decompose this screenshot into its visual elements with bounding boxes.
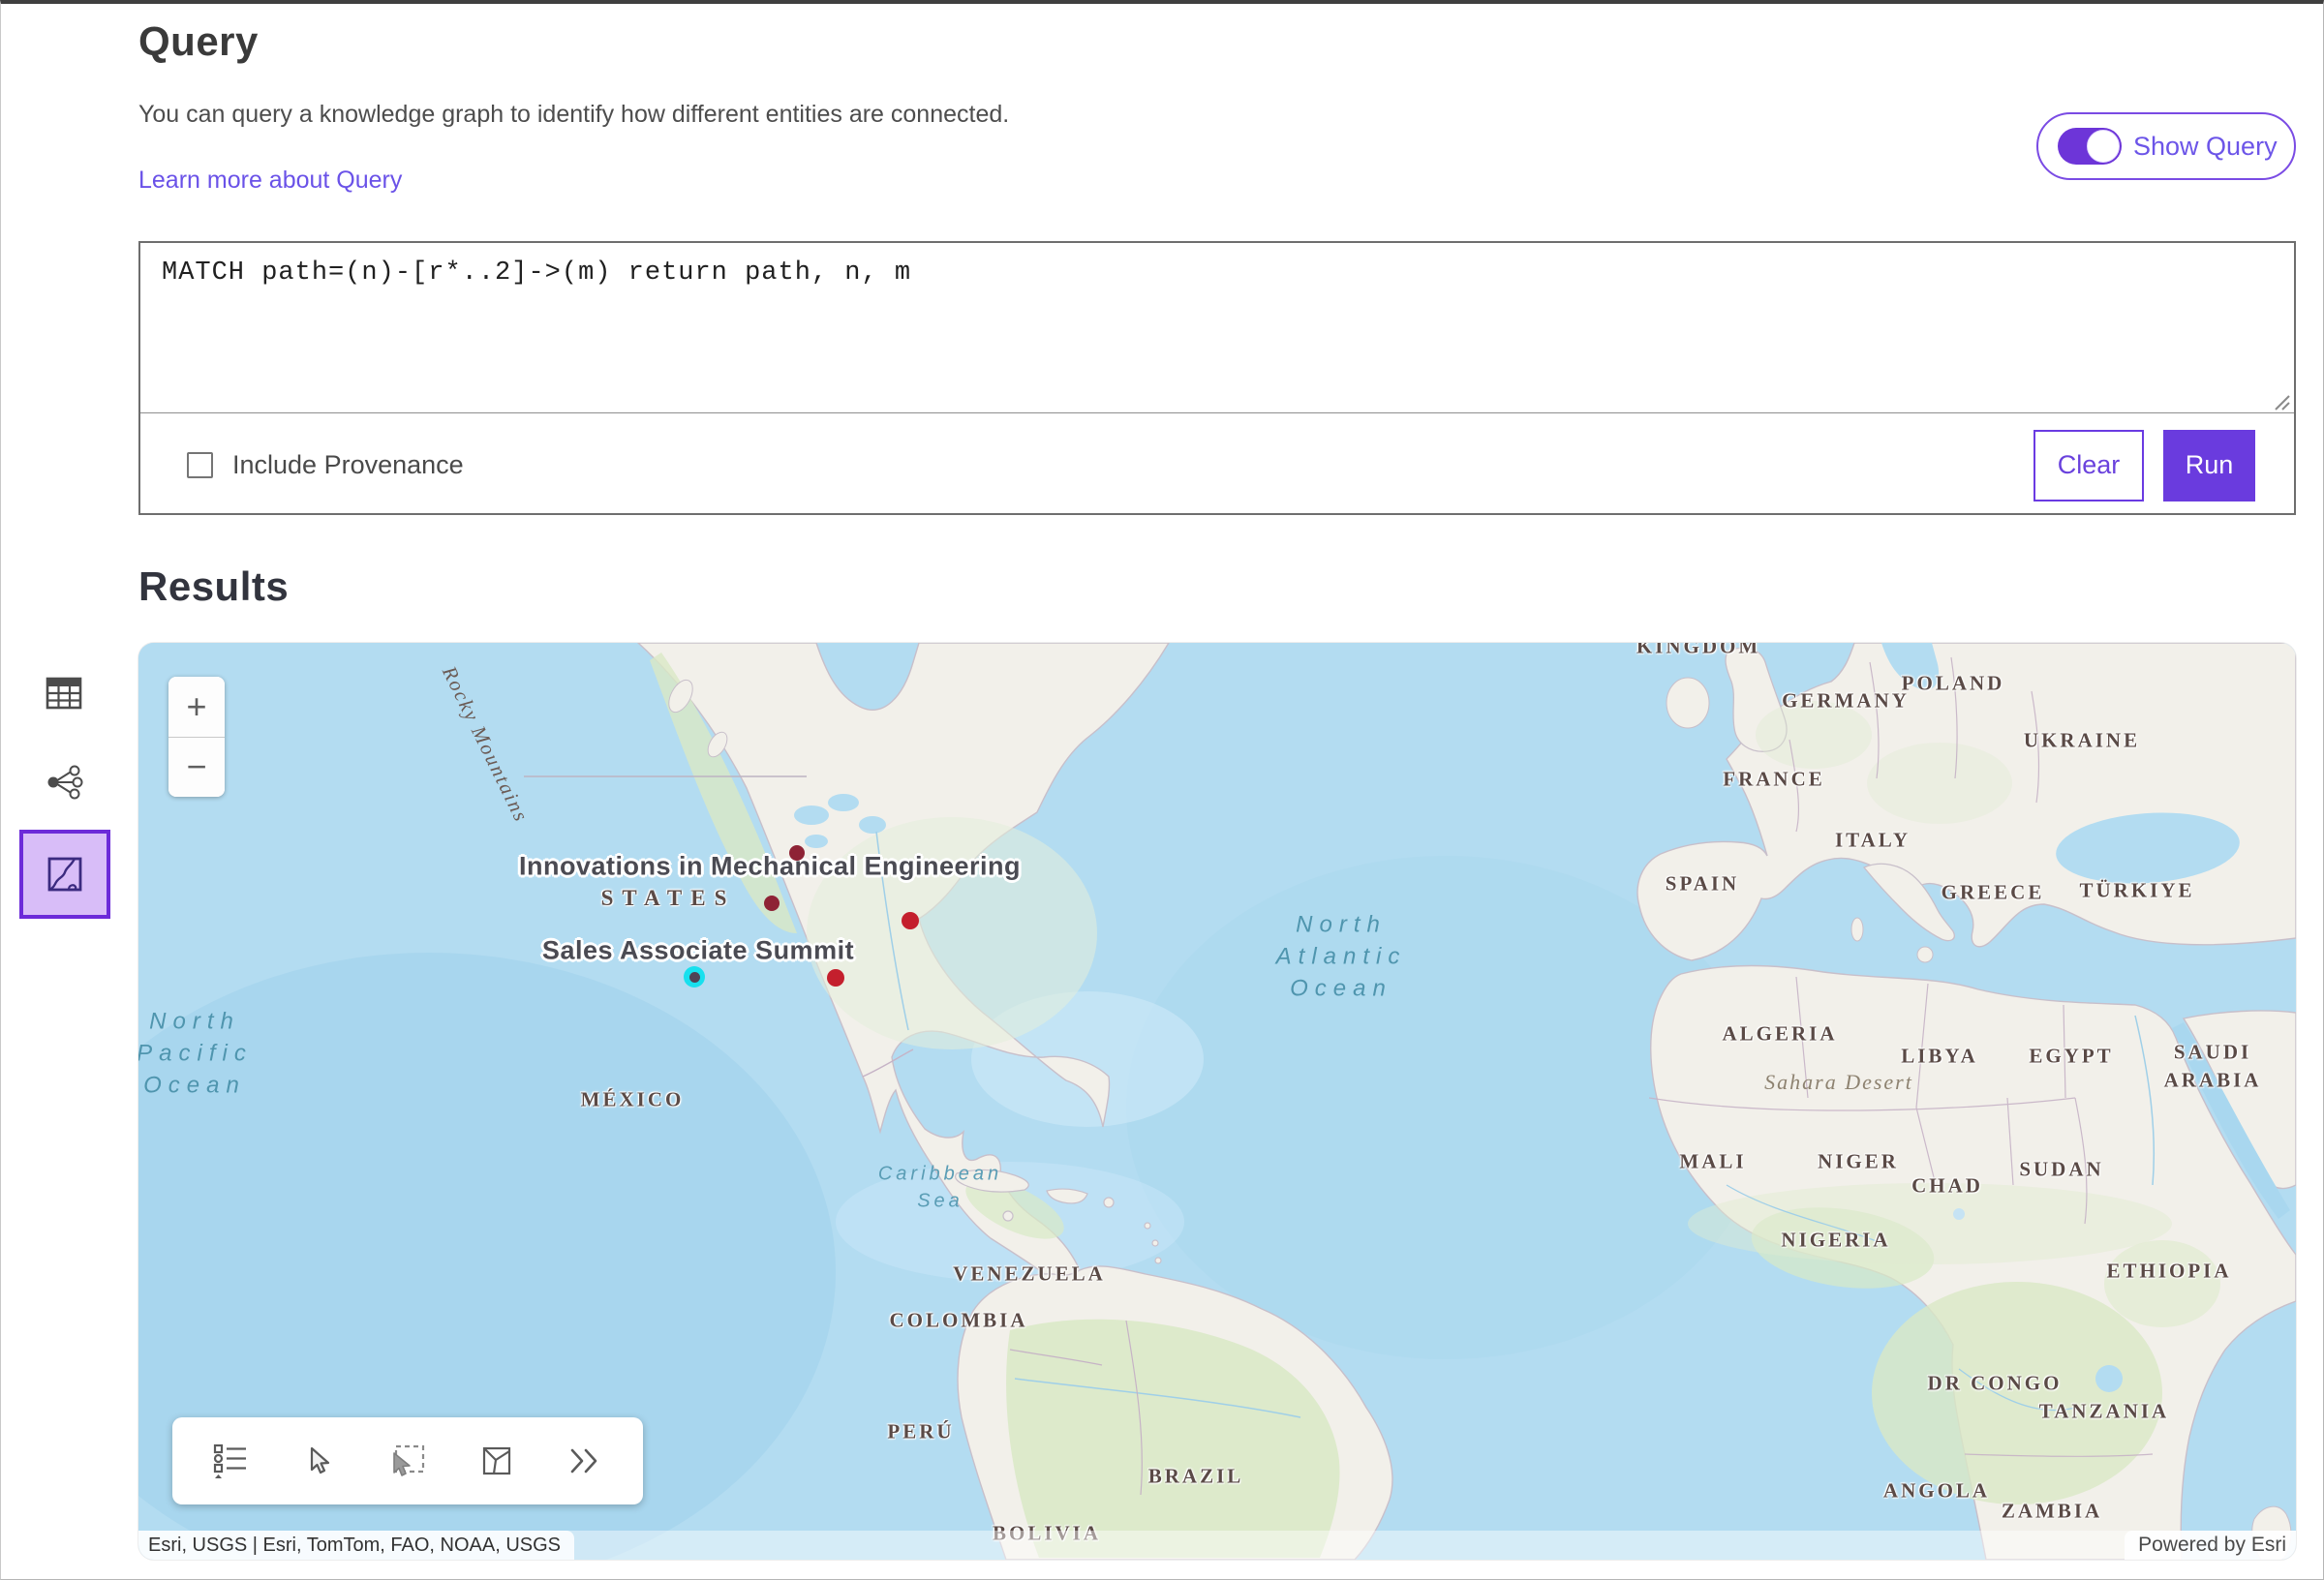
zoom-in-button[interactable]: +	[168, 677, 225, 737]
query-page: Query You can query a knowledge graph to…	[0, 0, 2324, 1580]
resize-grip-icon[interactable]	[2270, 390, 2291, 411]
show-query-label: Show Query	[2133, 132, 2278, 162]
select-by-polygon-button[interactable]	[475, 1440, 518, 1482]
table-icon	[46, 677, 82, 710]
results-map[interactable]: KINGDOM POLAND GERMANY UKRAINE FRANCE IT…	[138, 643, 2296, 1560]
show-query-toggle[interactable]: Show Query	[2036, 112, 2296, 180]
page-title: Query	[138, 18, 259, 65]
page-description: You can query a knowledge graph to ident…	[138, 101, 1009, 129]
query-footer: Include Provenance Clear Run	[140, 414, 2294, 516]
double-chevron-right-icon	[567, 1446, 602, 1475]
select-rectangle-icon	[388, 1443, 427, 1478]
toggle-knob	[2087, 130, 2120, 163]
link-chart-icon	[46, 765, 84, 800]
selected-point-center	[689, 972, 700, 983]
map-view-icon	[46, 855, 84, 894]
result-point[interactable]	[789, 845, 805, 861]
toolbar-expand-button[interactable]	[564, 1440, 606, 1482]
sidebar-item-link-chart-view[interactable]	[46, 765, 84, 805]
legend-button[interactable]	[209, 1440, 252, 1482]
select-by-rectangle-button[interactable]	[386, 1440, 429, 1482]
sidebar-item-table-view[interactable]	[46, 677, 82, 714]
include-provenance-checkbox[interactable]	[187, 452, 213, 478]
result-point[interactable]	[827, 969, 844, 987]
result-point-selected[interactable]	[684, 966, 705, 988]
zoom-out-button[interactable]: −	[168, 738, 225, 798]
result-point[interactable]	[902, 912, 919, 929]
pointer-cursor-icon	[302, 1444, 335, 1477]
map-toolbar	[172, 1417, 643, 1504]
include-provenance-label: Include Provenance	[232, 450, 464, 480]
learn-more-link[interactable]: Learn more about Query	[138, 167, 402, 195]
results-title: Results	[138, 563, 289, 610]
query-editor-panel: MATCH path=(n)-[r*..2]->(m) return path,…	[138, 241, 2296, 515]
sidebar-item-map-view-selected[interactable]	[19, 830, 110, 919]
attribution-sources: Esri, USGS | Esri, TomTom, FAO, NOAA, US…	[138, 1531, 574, 1560]
clear-button[interactable]: Clear	[2034, 430, 2144, 501]
legend-icon	[212, 1443, 249, 1479]
run-button[interactable]: Run	[2163, 430, 2255, 501]
map-zoom-control: + −	[168, 677, 225, 797]
result-point[interactable]	[764, 896, 780, 911]
pointer-tool-button[interactable]	[297, 1440, 340, 1482]
select-polygon-icon	[480, 1444, 513, 1477]
query-input[interactable]: MATCH path=(n)-[r*..2]->(m) return path,…	[140, 243, 2294, 413]
toggle-switch-on[interactable]	[2058, 128, 2122, 165]
powered-by-esri: Powered by Esri	[2125, 1531, 2296, 1560]
